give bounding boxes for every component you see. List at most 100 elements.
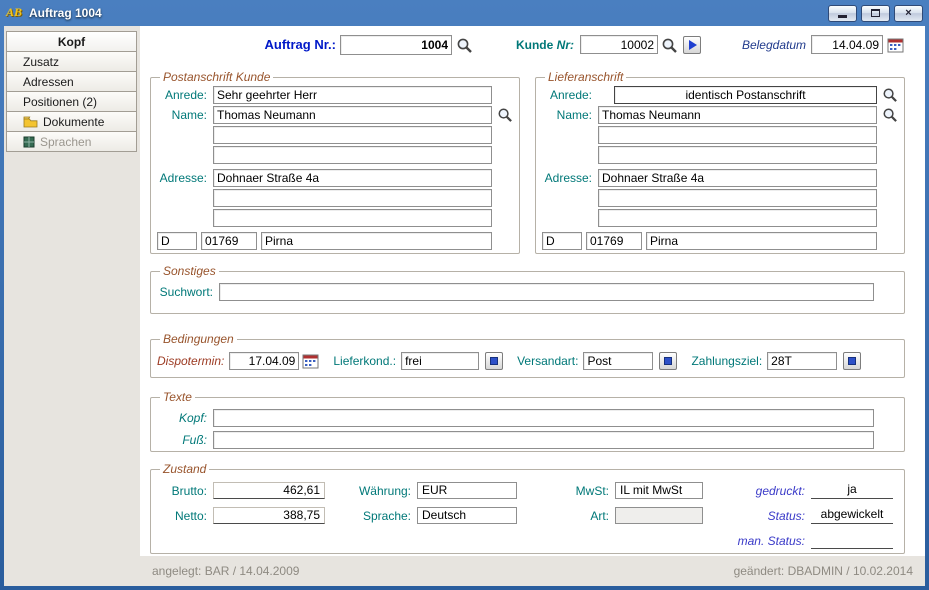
belegdatum-label: Belegdatum (732, 35, 806, 55)
waehrung-field[interactable]: EUR (417, 482, 517, 499)
belegdatum-input[interactable] (811, 35, 883, 54)
sidebar-item-dokumente[interactable]: Dokumente (6, 111, 137, 132)
art-field[interactable] (615, 507, 703, 524)
status-label: Status: (707, 509, 807, 523)
kunde-search-button[interactable] (661, 37, 678, 54)
sonstiges-legend: Sonstiges (160, 264, 219, 278)
search-icon (456, 37, 473, 54)
calendar-icon (887, 37, 904, 53)
liefer-name-search-button[interactable] (882, 107, 898, 123)
auftrag-nr-input[interactable] (340, 35, 452, 55)
post-name-search-button[interactable] (497, 107, 513, 123)
lieferkond-label: Lieferkond.: (333, 354, 401, 368)
sprache-label: Sprache: (329, 509, 413, 523)
liefer-adresse2-input[interactable] (598, 189, 877, 207)
dispotermin-calendar-button[interactable] (302, 353, 319, 369)
suchwort-row: Suchwort: (157, 282, 898, 301)
liefer-ort-input[interactable] (646, 232, 877, 250)
name-label: Name: (157, 108, 213, 122)
sidebar-item-label: Sprachen (40, 135, 91, 149)
adresse-label: Adresse: (157, 171, 213, 185)
post-ort-input[interactable] (261, 232, 492, 250)
mwst-field[interactable]: IL mit MwSt (615, 482, 703, 499)
bedingungen-groupbox: Bedingungen Dispotermin: Lieferkond.: Ve… (150, 332, 905, 378)
minimize-icon (838, 15, 847, 18)
post-land-input[interactable] (157, 232, 197, 250)
liefer-adresse-input[interactable] (598, 169, 877, 187)
sidebar-item-positionen[interactable]: Positionen (2) (6, 91, 137, 112)
dispotermin-input[interactable] (229, 352, 299, 370)
gedruckt-value: ja (811, 482, 893, 499)
ort-row (157, 231, 513, 250)
window-controls: × (828, 5, 923, 22)
art-label: Art: (521, 509, 611, 523)
zustand-legend: Zustand (160, 462, 209, 476)
sidebar-item-zusatz[interactable]: Zusatz (6, 51, 137, 72)
post-name3-input[interactable] (213, 146, 492, 164)
app-window: AB Auftrag 1004 × Kopf Zusatz Adressen P… (0, 0, 929, 590)
lieferanschrift-legend: Lieferanschrift (545, 70, 626, 84)
post-anrede-input[interactable] (213, 86, 492, 104)
fuss-text-input[interactable] (213, 431, 874, 449)
sidebar-item-adressen[interactable]: Adressen (6, 71, 137, 92)
liefer-adresse3-input[interactable] (598, 209, 877, 227)
liefer-name3-input[interactable] (598, 146, 877, 164)
zahlungsziel-lookup-button[interactable] (843, 352, 861, 370)
post-adresse2-input[interactable] (213, 189, 492, 207)
name-label: Name: (542, 108, 598, 122)
versandart-input[interactable] (583, 352, 653, 370)
belegdatum-calendar-button[interactable] (887, 37, 904, 53)
post-plz-input[interactable] (201, 232, 257, 250)
auftrag-search-button[interactable] (456, 37, 473, 54)
zahlungsziel-input[interactable] (767, 352, 837, 370)
suchwort-input[interactable] (219, 283, 874, 301)
zustand-groupbox: Zustand Brutto: 462,61 Währung: EUR MwSt… (150, 462, 905, 554)
kunde-nr-input[interactable] (580, 35, 658, 54)
modified-info: geändert: DBADMIN / 10.02.2014 (734, 564, 913, 578)
versandart-label: Versandart: (517, 354, 583, 368)
liefer-land-input[interactable] (542, 232, 582, 250)
liefer-anrede-input[interactable] (614, 86, 877, 104)
bedingungen-row: Dispotermin: Lieferkond.: Versandart: Za… (157, 349, 898, 373)
post-adresse3-input[interactable] (213, 209, 492, 227)
man-status-value (811, 532, 893, 549)
post-adresse-input[interactable] (213, 169, 492, 187)
lieferkond-input[interactable] (401, 352, 479, 370)
dispotermin-label: Dispotermin: (157, 354, 229, 368)
kopf-text-input[interactable] (213, 409, 874, 427)
fuss-text-label: Fuß: (157, 433, 213, 447)
titlebar[interactable]: AB Auftrag 1004 × (0, 0, 929, 26)
sidebar-item-sprachen: Sprachen (6, 131, 137, 152)
post-name-input[interactable] (213, 106, 492, 124)
liefer-anrede-search-button[interactable] (882, 87, 898, 103)
adresse2-row (157, 188, 513, 207)
kunde-nr-label: Kunde Nr: (500, 35, 574, 55)
anrede-row: Anrede: (542, 85, 898, 104)
zustand-row-3: man. Status: (157, 529, 898, 552)
sprache-field[interactable]: Deutsch (417, 507, 517, 524)
maximize-button[interactable] (861, 5, 890, 22)
lieferkond-lookup-button[interactable] (485, 352, 503, 370)
liefer-name-input[interactable] (598, 106, 877, 124)
brutto-label: Brutto: (157, 484, 209, 498)
kopf-text-label: Kopf: (157, 411, 213, 425)
postanschrift-groupbox: Postanschrift Kunde Anrede: Name: (150, 70, 520, 254)
window-body: Kopf Zusatz Adressen Positionen (2) Doku… (4, 26, 925, 586)
folder-icon (23, 116, 38, 128)
adresse-label: Adresse: (542, 171, 598, 185)
liefer-name2-input[interactable] (598, 126, 877, 144)
sidebar-item-label: Dokumente (43, 115, 104, 129)
post-name2-input[interactable] (213, 126, 492, 144)
minimize-button[interactable] (828, 5, 857, 22)
goto-kunde-button[interactable] (683, 36, 701, 54)
sidebar-item-kopf[interactable]: Kopf (6, 31, 137, 52)
liefer-plz-input[interactable] (586, 232, 642, 250)
sidebar-item-label: Adressen (23, 75, 74, 89)
name2-row (157, 125, 513, 144)
versandart-lookup-button[interactable] (659, 352, 677, 370)
close-button[interactable]: × (894, 5, 923, 22)
auftrag-nr-label: Auftrag Nr.: (244, 35, 336, 55)
adresse-row: Adresse: (542, 168, 898, 187)
gedruckt-label: gedruckt: (707, 484, 807, 498)
name-row: Name: (542, 105, 898, 124)
